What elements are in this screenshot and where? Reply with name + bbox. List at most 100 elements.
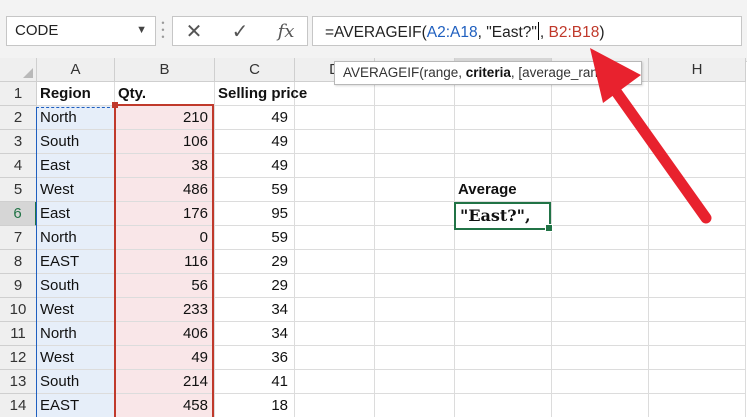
cell-b11[interactable]: 406 [115, 322, 215, 346]
cell-g14[interactable] [552, 394, 649, 417]
cell-g1[interactable] [552, 82, 649, 106]
cell-e1[interactable] [375, 82, 455, 106]
column-header-h[interactable]: H [649, 58, 746, 82]
cell-d3[interactable] [295, 130, 375, 154]
row-header-1[interactable]: 1 [0, 82, 37, 106]
cell-b13[interactable]: 214 [115, 370, 215, 394]
cell-c13[interactable]: 41 [215, 370, 295, 394]
cell-e3[interactable] [375, 130, 455, 154]
cell-g6[interactable] [552, 202, 649, 226]
cell-a12[interactable]: West [37, 346, 115, 370]
cell-h1[interactable] [649, 82, 746, 106]
cell-d10[interactable] [295, 298, 375, 322]
cell-b9[interactable]: 56 [115, 274, 215, 298]
row-header-8[interactable]: 8 [0, 250, 37, 274]
cell-b1[interactable]: Qty. [115, 82, 215, 106]
cell-h13[interactable] [649, 370, 746, 394]
cell-e12[interactable] [375, 346, 455, 370]
row-header-10[interactable]: 10 [0, 298, 37, 322]
cell-f3[interactable] [455, 130, 552, 154]
column-header-b[interactable]: B [115, 58, 215, 82]
row-header-5[interactable]: 5 [0, 178, 37, 202]
cell-c12[interactable]: 36 [215, 346, 295, 370]
fx-icon[interactable]: fx [271, 19, 301, 45]
cell-b14[interactable]: 458 [115, 394, 215, 417]
cell-b2[interactable]: 210 [115, 106, 215, 130]
row-header-7[interactable]: 7 [0, 226, 37, 250]
cell-d9[interactable] [295, 274, 375, 298]
cell-h5[interactable] [649, 178, 746, 202]
cell-a4[interactable]: East [37, 154, 115, 178]
splitter-handle[interactable]: • • • [160, 19, 166, 42]
cell-h2[interactable] [649, 106, 746, 130]
cell-f4[interactable] [455, 154, 552, 178]
cell-c3[interactable]: 49 [215, 130, 295, 154]
cell-a8[interactable]: EAST [37, 250, 115, 274]
cell-e14[interactable] [375, 394, 455, 417]
cell-c10[interactable]: 34 [215, 298, 295, 322]
cell-f9[interactable] [455, 274, 552, 298]
cell-d8[interactable] [295, 250, 375, 274]
cell-b10[interactable]: 233 [115, 298, 215, 322]
select-all-corner[interactable] [0, 58, 37, 82]
cell-h6[interactable] [649, 202, 746, 226]
cell-c5[interactable]: 59 [215, 178, 295, 202]
active-cell-editor[interactable]: "East?", [454, 202, 553, 232]
cell-d1[interactable] [295, 82, 375, 106]
cell-a14[interactable]: EAST [37, 394, 115, 417]
cell-g12[interactable] [552, 346, 649, 370]
row-header-3[interactable]: 3 [0, 130, 37, 154]
cell-a7[interactable]: North [37, 226, 115, 250]
close-icon[interactable]: ✕ [179, 19, 209, 45]
cell-d5[interactable] [295, 178, 375, 202]
cell-b5[interactable]: 486 [115, 178, 215, 202]
cell-a2[interactable]: North [37, 106, 115, 130]
cell-d2[interactable] [295, 106, 375, 130]
cell-c11[interactable]: 34 [215, 322, 295, 346]
cell-f13[interactable] [455, 370, 552, 394]
column-header-a[interactable]: A [37, 58, 115, 82]
cell-c6[interactable]: 95 [215, 202, 295, 226]
cell-h4[interactable] [649, 154, 746, 178]
row-header-12[interactable]: 12 [0, 346, 37, 370]
cell-d12[interactable] [295, 346, 375, 370]
formula-input[interactable]: =AVERAGEIF(A2:A18, "East?", B2:B18) [312, 16, 742, 46]
cell-c4[interactable]: 49 [215, 154, 295, 178]
cell-e9[interactable] [375, 274, 455, 298]
column-header-c[interactable]: C [215, 58, 295, 82]
cell-e7[interactable] [375, 226, 455, 250]
cell-b4[interactable]: 38 [115, 154, 215, 178]
cell-h7[interactable] [649, 226, 746, 250]
cell-d7[interactable] [295, 226, 375, 250]
cell-a1[interactable]: Region [37, 82, 115, 106]
cell-c1[interactable]: Selling price [215, 82, 307, 106]
row-header-14[interactable]: 14 [0, 394, 37, 417]
cell-e6[interactable] [375, 202, 455, 226]
function-tooltip[interactable]: AVERAGEIF(range, criteria, [average_rang… [334, 61, 642, 85]
cell-g7[interactable] [552, 226, 649, 250]
cell-b8[interactable]: 116 [115, 250, 215, 274]
cell-h14[interactable] [649, 394, 746, 417]
cell-d6[interactable] [295, 202, 375, 226]
cell-g13[interactable] [552, 370, 649, 394]
cell-c9[interactable]: 29 [215, 274, 295, 298]
cell-d4[interactable] [295, 154, 375, 178]
cell-g4[interactable] [552, 154, 649, 178]
cell-g5[interactable] [552, 178, 649, 202]
chevron-down-icon[interactable]: ▼ [136, 24, 147, 36]
cell-e13[interactable] [375, 370, 455, 394]
cell-d14[interactable] [295, 394, 375, 417]
cell-e11[interactable] [375, 322, 455, 346]
cell-e10[interactable] [375, 298, 455, 322]
cell-g2[interactable] [552, 106, 649, 130]
row-header-11[interactable]: 11 [0, 322, 37, 346]
cell-g8[interactable] [552, 250, 649, 274]
cell-a5[interactable]: West [37, 178, 115, 202]
cell-e5[interactable] [375, 178, 455, 202]
cell-f11[interactable] [455, 322, 552, 346]
cell-h12[interactable] [649, 346, 746, 370]
cell-b6[interactable]: 176 [115, 202, 215, 226]
cell-d13[interactable] [295, 370, 375, 394]
row-header-13[interactable]: 13 [0, 370, 37, 394]
cell-f5[interactable]: Average [455, 178, 552, 202]
